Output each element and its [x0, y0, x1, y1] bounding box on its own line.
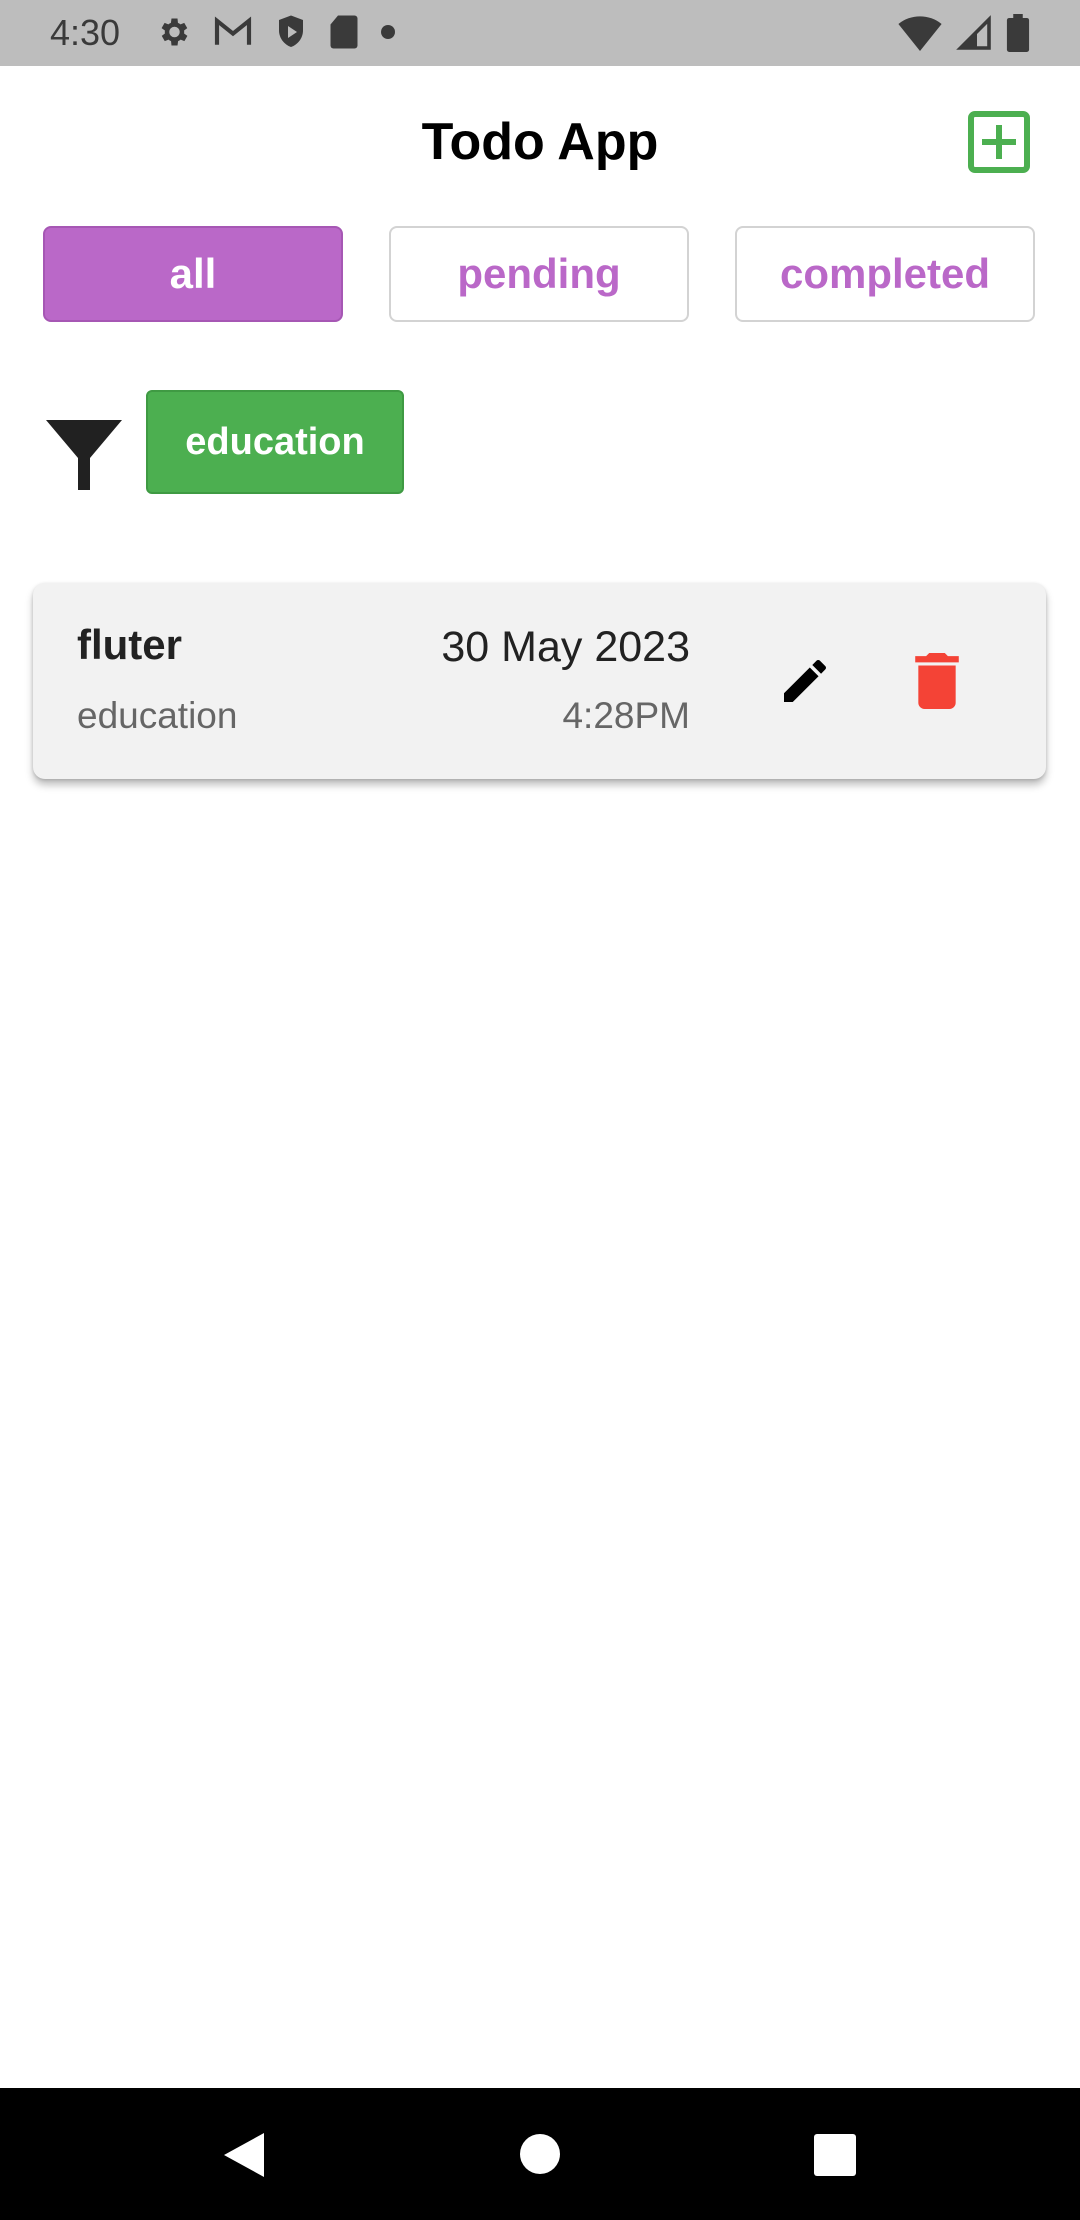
status-bar: 4:30 — [0, 0, 1080, 66]
todo-time: 4:28PM — [562, 695, 690, 736]
wifi-icon — [898, 16, 942, 51]
todo-date: 30 May 2023 — [441, 623, 690, 671]
todo-title: fluter — [77, 621, 182, 668]
page-title: Todo App — [421, 113, 659, 171]
signal-icon — [956, 15, 991, 50]
system-nav-bar — [0, 2088, 1080, 2220]
todo-card[interactable]: fluter education 30 May 2023 4:28PM — [33, 583, 1046, 779]
shield-icon — [279, 15, 303, 47]
battery-icon — [1006, 14, 1030, 52]
status-icons-left — [155, 14, 395, 50]
recents-icon[interactable] — [814, 2134, 856, 2176]
status-time: 4:30 — [50, 12, 121, 53]
sd-card-icon — [330, 15, 358, 49]
home-icon[interactable] — [520, 2134, 560, 2174]
tab-pending[interactable]: pending — [389, 226, 689, 322]
back-icon[interactable] — [224, 2133, 264, 2177]
delete-icon[interactable] — [915, 653, 959, 709]
gmail-icon — [214, 16, 252, 45]
todo-category: education — [77, 695, 238, 736]
dot-icon — [381, 25, 395, 39]
edit-icon[interactable] — [777, 653, 833, 709]
settings-icon — [161, 18, 188, 46]
tab-completed[interactable]: completed — [735, 226, 1035, 322]
category-filter-chip[interactable]: education — [146, 390, 404, 494]
tab-all[interactable]: all — [43, 226, 343, 322]
add-box-icon[interactable] — [968, 111, 1030, 173]
filter-icon[interactable] — [46, 420, 122, 490]
status-icons-right — [898, 14, 1030, 52]
